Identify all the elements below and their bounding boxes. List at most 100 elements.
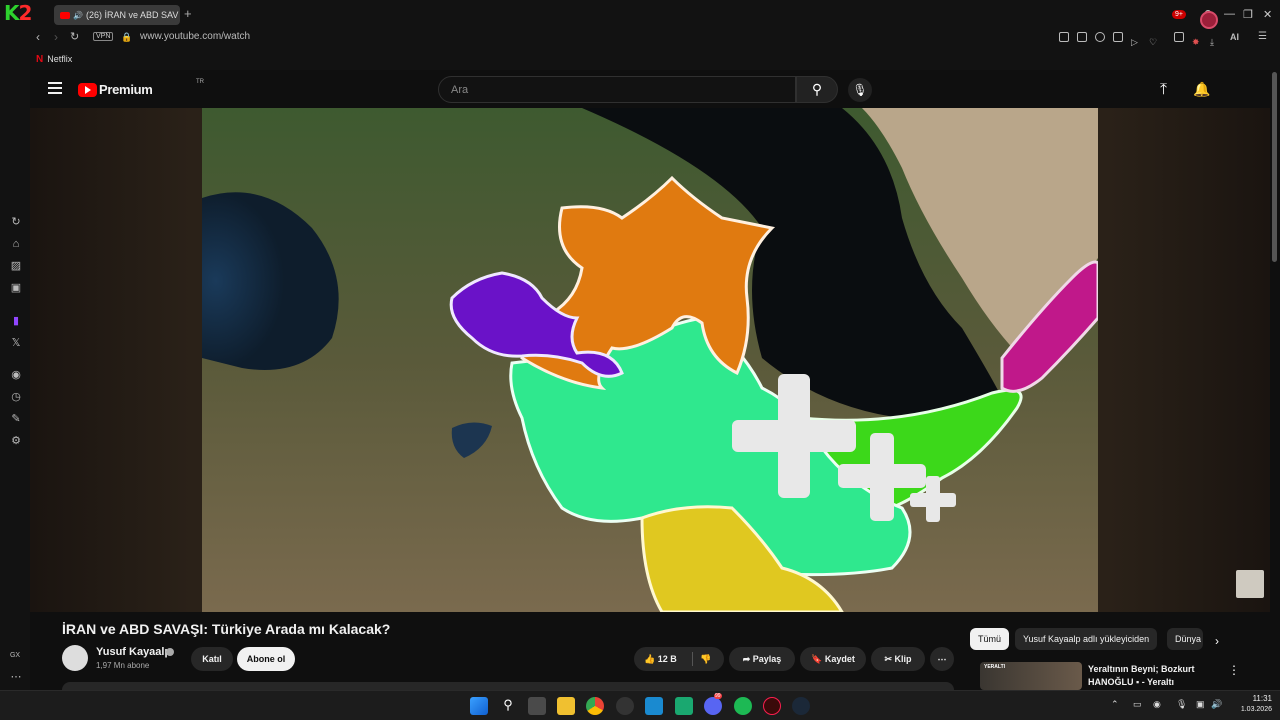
more-actions-button[interactable]: ⋯ [930, 647, 954, 671]
page-scrollbar[interactable] [1272, 72, 1277, 262]
tray-volume-icon[interactable]: 🔊 [1211, 699, 1222, 710]
chrome-icon[interactable] [586, 697, 604, 715]
clip-label: Klip [894, 654, 912, 664]
whatsapp-icon[interactable] [675, 697, 693, 715]
notifications-bell-icon[interactable]: 🔔 [1193, 81, 1210, 98]
chip-from-channel[interactable]: Yusuf Kayaalp adlı yükleyiciden [1015, 628, 1158, 650]
reload-icon[interactable]: ↻ [70, 30, 79, 43]
opera-gx-icon[interactable] [763, 697, 781, 715]
clip-button[interactable]: ✂ Klip [871, 647, 925, 671]
tray-network-icon[interactable]: ▣ [1196, 699, 1205, 710]
search-taskbar-icon[interactable]: ⚲ [499, 697, 517, 715]
more-sidebar-icon[interactable]: ⋯ [10, 671, 22, 683]
chip-world[interactable]: Dünya [1167, 628, 1203, 650]
settings-icon[interactable]: ⚙ [10, 435, 22, 447]
subscribe-button[interactable]: Abone ol [237, 647, 295, 671]
clock-date[interactable]: 1.03.2026 [1224, 706, 1272, 713]
create-upload-icon[interactable]: ⤒ [1160, 81, 1167, 99]
bookmarks-bar: N Netflix [0, 48, 1280, 70]
player-icon[interactable]: ◉ [10, 369, 22, 381]
extensions-icon[interactable] [1174, 32, 1184, 42]
logo-number: 2 [18, 1, 33, 25]
steam-icon[interactable] [792, 697, 810, 715]
share-button[interactable]: ➦ Paylaş [729, 647, 795, 671]
youtube-header: Premium TR ⚲ 🎙 ⤒ 🔔 [30, 70, 1270, 108]
twitch-icon[interactable]: ▮ [10, 315, 22, 327]
pin-icon[interactable] [1059, 32, 1069, 42]
new-tab-button[interactable]: + [184, 6, 192, 21]
url-field[interactable]: www.youtube.com/watch [140, 31, 250, 42]
fireworks-icon[interactable]: ✸ [1192, 32, 1202, 47]
back-icon[interactable]: ‹ [36, 30, 40, 44]
voice-search-button[interactable]: 🎙 [848, 78, 872, 102]
gx-label[interactable]: GX [9, 650, 21, 662]
thumbs-up-icon: 👍 [644, 654, 658, 664]
video-frame-map[interactable] [202, 108, 1098, 612]
snapshot-icon[interactable] [1077, 32, 1087, 42]
dislike-button[interactable]: 👎 [700, 647, 711, 671]
youtube-premium-logo[interactable]: Premium TR [78, 79, 204, 97]
join-button[interactable]: Katıl [191, 647, 233, 671]
channel-avatar[interactable] [62, 645, 88, 671]
lock-icon[interactable]: 🔒 [121, 32, 132, 43]
github-icon[interactable] [616, 697, 634, 715]
speaker-icon: 🔊 [73, 11, 83, 20]
guide-menu-icon[interactable] [48, 82, 62, 94]
video-player[interactable] [30, 108, 1270, 612]
thumbs-down-icon: 👎 [700, 654, 712, 664]
task-view-icon[interactable] [528, 697, 546, 715]
chevron-right-icon[interactable]: › [1215, 634, 1219, 648]
account-avatar[interactable] [1200, 11, 1218, 29]
file-explorer-icon[interactable] [557, 697, 575, 715]
browser-tab-youtube[interactable]: 🔊 (26) İRAN ve ABD SAV [54, 5, 180, 25]
tray-app-icon[interactable]: ▭ [1133, 699, 1142, 710]
browser-tab-bar: K2 🔊(26) İRAN ve ABD SAV + ⚲ — ❐ ✕ [0, 0, 1280, 28]
heart-icon[interactable]: ♡ [1149, 32, 1159, 47]
verified-badge-icon [166, 648, 174, 656]
save-button[interactable]: 🔖 Kaydet [800, 647, 866, 671]
search-button[interactable]: ⚲ [796, 76, 838, 103]
discord-icon[interactable]: 99 [704, 693, 722, 715]
recommended-title[interactable]: Yeraltının Beyni; Bozkurt HANOĞLU ▪ - Ye… [1088, 663, 1218, 689]
search-input[interactable] [439, 77, 795, 102]
gx-corner-icon[interactable]: ↻ [10, 216, 22, 228]
x-twitter-icon[interactable]: 𝕏 [10, 337, 22, 349]
photos-icon[interactable] [645, 697, 663, 715]
windows-taskbar: ⚲ 99 ⌃ ▭ ◉ 🎙 ▣ 🔊 11:31 1.03.2026 [0, 690, 1280, 720]
messenger-icon[interactable]: ▣ [10, 282, 22, 294]
channel-watermark[interactable] [1236, 570, 1264, 598]
like-button[interactable]: 👍 12 B [644, 654, 677, 664]
forward-icon[interactable]: › [54, 30, 58, 44]
bookmark-netflix-label: Netflix [47, 54, 73, 64]
recommended-thumbnail[interactable]: YERALTI [980, 662, 1082, 690]
play-icon[interactable]: ▷ [1131, 32, 1141, 47]
clock-time[interactable]: 11:31 [1236, 694, 1272, 703]
restore-icon[interactable]: ❐ [1243, 8, 1253, 21]
download-icon[interactable]: ⤓ [1210, 32, 1220, 47]
gx-cleaner-icon[interactable]: ▨ [10, 260, 22, 272]
recommended-more-icon[interactable]: ⋮ [1228, 663, 1240, 677]
search-box [438, 76, 796, 103]
chip-all[interactable]: Tümü [970, 628, 1010, 650]
shield-icon[interactable] [1095, 32, 1105, 42]
bookmark-icon: 🔖 [811, 654, 825, 664]
k2-logo[interactable]: K2 [4, 1, 46, 25]
menu-icon[interactable]: ☰ [1258, 31, 1267, 42]
aria-ai-button[interactable]: AI [1230, 32, 1239, 42]
tray-overflow-icon[interactable]: ⌃ [1111, 699, 1119, 710]
close-window-icon[interactable]: ✕ [1263, 8, 1272, 21]
channel-name[interactable]: Yusuf Kayaalp [96, 646, 171, 658]
history-icon[interactable]: ◷ [10, 391, 22, 403]
minimize-icon[interactable]: — [1224, 8, 1235, 20]
vpn-badge[interactable]: VPN [93, 32, 114, 41]
windows-start-icon[interactable] [470, 697, 488, 715]
tray-microphone-icon[interactable]: 🎙 [1176, 699, 1187, 710]
translate-icon[interactable] [1113, 32, 1123, 42]
tray-steam-icon[interactable]: ◉ [1153, 699, 1161, 710]
spotify-icon[interactable] [734, 697, 752, 715]
bookmark-netflix[interactable]: N Netflix [36, 54, 72, 65]
description-box[interactable] [62, 682, 954, 690]
extensions-sidebar-icon[interactable]: ✎ [10, 413, 22, 425]
gx-store-icon[interactable]: ⌂ [10, 238, 22, 250]
subscriber-count: 1,97 Mn abone [96, 661, 150, 670]
